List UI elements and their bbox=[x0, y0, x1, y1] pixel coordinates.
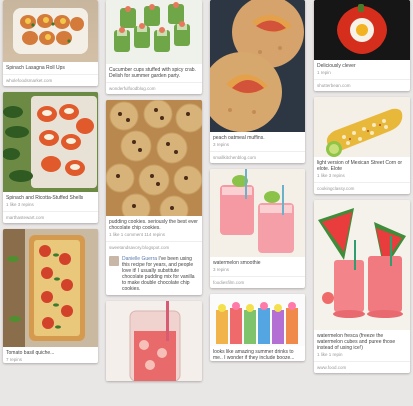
pin-description: Deliciously clever bbox=[317, 63, 356, 69]
pin-image[interactable] bbox=[3, 229, 98, 347]
pin-stats: 3 repins bbox=[213, 142, 230, 147]
pin-summer-drinks[interactable]: looks like amazing summer drinks to me..… bbox=[210, 294, 305, 361]
pin-source-link[interactable]: wonderfulfoodblog.com bbox=[106, 82, 202, 94]
pin-description: Spinach Lasagna Roll Ups bbox=[6, 65, 65, 71]
pin-column-2: Cucumber cups stuffed with spicy crab. D… bbox=[106, 0, 202, 387]
pin-image[interactable] bbox=[106, 301, 202, 381]
pin-pudding-cookies[interactable]: pudding cookies. seriously the best ever… bbox=[106, 100, 202, 295]
pin-description: watermelon fresca (freeze the watermelon… bbox=[317, 333, 396, 351]
pin-source-link[interactable]: shutterbean.com bbox=[314, 79, 410, 91]
pin-image[interactable] bbox=[210, 0, 305, 132]
pin-source-link[interactable]: marthastewart.com bbox=[3, 211, 98, 223]
avatar[interactable] bbox=[109, 256, 119, 266]
pin-stats: 1 like 3 repins bbox=[317, 173, 345, 178]
pin-description: Cucumber cups stuffed with spicy crab. D… bbox=[109, 67, 196, 79]
pin-peach-muffins[interactable]: peach oatmeal muffins. 3 repins smallkit… bbox=[210, 0, 305, 163]
pin-image[interactable] bbox=[314, 0, 410, 60]
pin-column-3: peach oatmeal muffins. 3 repins smallkit… bbox=[210, 0, 305, 367]
pin-description: light version of Mexican Street Corn or … bbox=[317, 160, 403, 172]
pin-stats: 1 repin bbox=[317, 70, 331, 75]
pin-image[interactable] bbox=[314, 97, 410, 157]
pin-description: looks like amazing summer drinks to me..… bbox=[213, 349, 295, 361]
pin-description: pudding cookies. seriously the best ever… bbox=[109, 219, 198, 231]
pin-image[interactable] bbox=[106, 0, 202, 64]
pin-image[interactable] bbox=[3, 0, 98, 62]
pin-source-link[interactable]: www.food.com bbox=[314, 361, 410, 373]
pin-watermelon-smoothie[interactable]: watermelon smoothie 3 repins foodiesfilm… bbox=[210, 169, 305, 288]
pin-stuffed-shells[interactable]: Spinach and Ricotta-Stuffed Shells 1 lik… bbox=[3, 92, 98, 223]
pin-description: Spinach and Ricotta-Stuffed Shells bbox=[6, 195, 84, 201]
pin-deliciously-clever[interactable]: Deliciously clever 1 repin shutterbean.c… bbox=[314, 0, 410, 91]
pin-spinach-lasagna[interactable]: Spinach Lasagna Roll Ups wholefoodsmarke… bbox=[3, 0, 98, 86]
pin-source-link[interactable]: smallkitchenblog.com bbox=[210, 151, 305, 163]
pin-image[interactable] bbox=[210, 169, 305, 257]
pin-image[interactable] bbox=[314, 200, 410, 330]
pin-link[interactable]: Elote bbox=[331, 166, 342, 172]
pin-source-link[interactable]: wholefoodsmarket.com bbox=[3, 74, 98, 86]
pin-image[interactable] bbox=[3, 92, 98, 192]
pin-column-1: Spinach Lasagna Roll Ups wholefoodsmarke… bbox=[3, 0, 98, 369]
pin-stats: 7 repins bbox=[6, 357, 23, 362]
pin-stats: 1 like 3 repins bbox=[6, 202, 34, 207]
pin-tomato-quiche[interactable]: Tomato basil quiche... 7 repins bbox=[3, 229, 98, 363]
pin-fruit-drink[interactable] bbox=[106, 301, 202, 381]
pin-column-4: Deliciously clever 1 repin shutterbean.c… bbox=[314, 0, 410, 379]
pin-description: peach oatmeal muffins. bbox=[213, 135, 265, 141]
pin-description: Tomato basil quiche... bbox=[6, 350, 55, 356]
pin-watermelon-fresca[interactable]: watermelon fresca (freeze the watermelon… bbox=[314, 200, 410, 373]
pin-source-link[interactable]: cookingclassy.com bbox=[314, 182, 410, 194]
pin-stats: 1 like 1 repin bbox=[317, 352, 343, 357]
pin-stats: 1 like 1 comment 114 repins bbox=[109, 232, 165, 237]
pin-cucumber-cups[interactable]: Cucumber cups stuffed with spicy crab. D… bbox=[106, 0, 202, 94]
pin-source-link[interactable]: foodiesfilm.com bbox=[210, 276, 305, 288]
pin-mexican-street-corn[interactable]: light version of Mexican Street Corn or … bbox=[314, 97, 410, 194]
pin-comment: Danielle Guerra I've been using this rec… bbox=[106, 253, 202, 292]
pin-image[interactable] bbox=[106, 100, 202, 216]
comment-text: I've been using this recipe for years, a… bbox=[122, 256, 195, 292]
pin-description: watermelon smoothie bbox=[213, 260, 261, 266]
pin-stats: 3 repins bbox=[213, 267, 230, 272]
pin-source-link[interactable]: sweetandsavory.blogspot.com bbox=[106, 241, 202, 253]
pin-image[interactable] bbox=[210, 294, 305, 346]
